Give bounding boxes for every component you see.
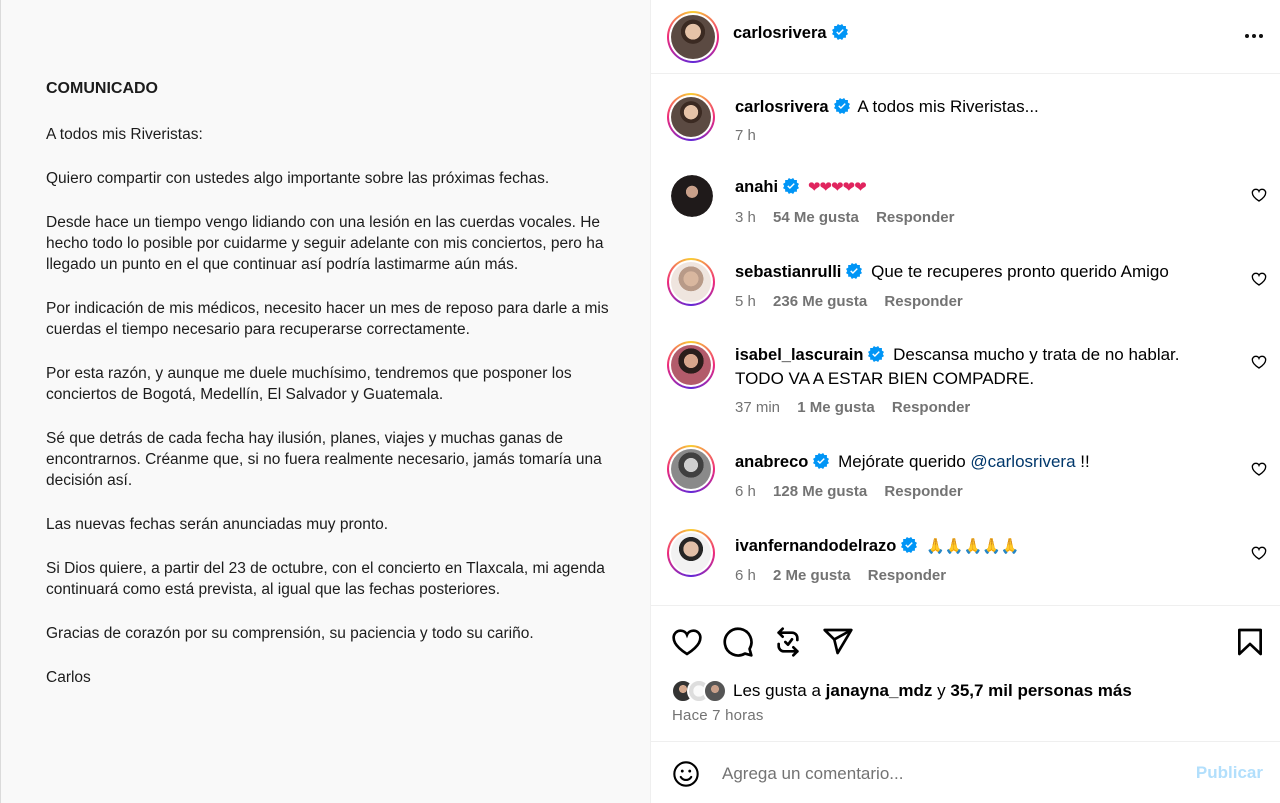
comment-avatar[interactable] [667, 258, 715, 306]
caption-time[interactable]: 7 h [735, 127, 756, 144]
comment-username[interactable]: anabreco [735, 453, 830, 471]
more-options-button[interactable] [1239, 22, 1269, 50]
comment-body-end: !! [1080, 452, 1090, 471]
comment-avatar[interactable] [671, 175, 713, 217]
statement-paragraph: Las nuevas fechas serán anunciadas muy p… [46, 516, 389, 533]
post-image: COMUNICADO A todos mis Riveristas: Quier… [0, 0, 650, 803]
verified-icon [831, 24, 848, 40]
comment-body: ❤❤❤❤❤ [807, 178, 867, 196]
comment-text: isabel_lascurain Descansa mucho y trata … [735, 343, 1215, 390]
statement-paragraph: Desde hace un tiempo vengo lidiando con … [46, 214, 604, 273]
like-comment-icon[interactable] [1251, 354, 1267, 370]
post-header: carlosrivera [651, 0, 1280, 74]
comment-text: anahi ❤❤❤❤❤ [735, 175, 1235, 199]
comment-text: ivanfernandodelrazo 🙏🙏🙏🙏🙏 [735, 534, 1235, 558]
comment-composer: Publicar [651, 743, 1280, 803]
comment-time[interactable]: 3 h [735, 209, 756, 226]
caption-body: A todos mis Riveristas... [857, 97, 1039, 116]
comment-body: 🙏🙏🙏🙏🙏 [926, 537, 1020, 555]
like-comment-icon[interactable] [1251, 271, 1267, 287]
reply-button[interactable]: Responder [892, 399, 970, 416]
comment-meta: 6 h 2 Me gusta Responder [735, 567, 959, 584]
comment-body: Que te recuperes pronto querido Amigo [871, 262, 1169, 281]
caption-text: carlosrivera A todos mis Riveristas... [735, 95, 1235, 119]
comment-avatar[interactable] [667, 341, 715, 389]
comment-text: sebastianrulli Que te recuperes pronto q… [735, 260, 1235, 284]
statement-paragraph: Quiero compartir con ustedes algo import… [46, 170, 550, 187]
repost-icon[interactable] [772, 626, 804, 658]
author-avatar[interactable] [667, 11, 719, 63]
comments-list: carlosrivera A todos mis Riveristas... 7… [651, 75, 1280, 605]
verified-icon [901, 537, 918, 553]
statement: COMUNICADO A todos mis Riveristas: Quier… [46, 78, 616, 711]
statement-paragraph: Carlos [46, 669, 91, 686]
post-side-panel: carlosrivera carlosrivera A todos mis Ri… [650, 0, 1280, 803]
comment-username[interactable]: sebastianrulli [735, 263, 863, 281]
statement-title: COMUNICADO [46, 80, 158, 97]
comment-text: anabreco Mejórate querido @carlosrivera … [735, 450, 1235, 474]
share-icon[interactable] [822, 626, 854, 658]
reply-button[interactable]: Responder [868, 567, 946, 584]
comment-likes[interactable]: 54 Me gusta [773, 209, 859, 226]
comment-body: Mejórate querido [838, 452, 966, 471]
like-comment-icon[interactable] [1251, 187, 1267, 203]
comment-meta: 6 h 128 Me gusta Responder [735, 483, 976, 500]
comment-avatar[interactable] [667, 529, 715, 577]
comment-meta: 5 h 236 Me gusta Responder [735, 293, 976, 310]
comment-meta: 3 h 54 Me gusta Responder [735, 209, 967, 226]
comment-likes[interactable]: 236 Me gusta [773, 293, 867, 310]
comment-time[interactable]: 5 h [735, 293, 756, 310]
caption-meta: 7 h [735, 127, 769, 144]
statement-paragraph: Si Dios quiere, a partir del 23 de octub… [46, 560, 605, 598]
comment-time[interactable]: 37 min [735, 399, 780, 416]
publish-button[interactable]: Publicar [1196, 763, 1263, 783]
caption-username[interactable]: carlosrivera [735, 98, 850, 116]
mention-link[interactable]: @carlosrivera [970, 452, 1075, 471]
post-time[interactable]: Hace 7 horas [672, 707, 764, 724]
comment-username[interactable]: ivanfernandodelrazo [735, 537, 918, 555]
verified-icon [833, 98, 850, 114]
comment-time[interactable]: 6 h [735, 567, 756, 584]
likes-text: Les gusta a janayna_mdz y 35,7 mil perso… [733, 681, 1132, 701]
statement-paragraph: Gracias de corazón por su comprensión, s… [46, 625, 534, 642]
verified-icon [868, 346, 885, 362]
verified-icon [783, 178, 800, 194]
caption-avatar[interactable] [667, 93, 715, 141]
like-comment-icon[interactable] [1251, 545, 1267, 561]
liker-avatar [703, 679, 727, 703]
like-comment-icon[interactable] [1251, 461, 1267, 477]
comment-avatar[interactable] [667, 445, 715, 493]
comment-username[interactable]: anahi [735, 178, 800, 196]
statement-paragraph: Por indicación de mis médicos, necesito … [46, 300, 609, 338]
comment-likes[interactable]: 128 Me gusta [773, 483, 867, 500]
statement-paragraph: A todos mis Riveristas: [46, 126, 203, 143]
bookmark-icon[interactable] [1234, 626, 1266, 658]
comment-time[interactable]: 6 h [735, 483, 756, 500]
likes-connector: y [937, 681, 946, 700]
statement-paragraph: Por esta razón, y aunque me duele muchís… [46, 365, 572, 403]
likes-summary[interactable]: Les gusta a janayna_mdz y 35,7 mil perso… [671, 678, 1132, 704]
likes-others[interactable]: 35,7 mil personas más [950, 681, 1131, 700]
verified-icon [813, 453, 830, 469]
comment-likes[interactable]: 1 Me gusta [797, 399, 875, 416]
comment-icon[interactable] [722, 626, 754, 658]
liker-username[interactable]: janayna_mdz [826, 681, 933, 700]
heart-icon[interactable] [671, 626, 703, 658]
emoji-icon[interactable] [672, 760, 700, 788]
likes-prefix: Les gusta a [733, 681, 821, 700]
post-actions: Les gusta a janayna_mdz y 35,7 mil perso… [651, 605, 1280, 742]
verified-icon [846, 263, 863, 279]
comment-username[interactable]: isabel_lascurain [735, 346, 885, 364]
comment-likes[interactable]: 2 Me gusta [773, 567, 851, 584]
comment-meta: 37 min 1 Me gusta Responder [735, 399, 983, 416]
author-username[interactable]: carlosrivera [733, 24, 848, 43]
reply-button[interactable]: Responder [876, 209, 954, 226]
reply-button[interactable]: Responder [884, 483, 962, 500]
reply-button[interactable]: Responder [884, 293, 962, 310]
statement-paragraph: Sé que detrás de cada fecha hay ilusión,… [46, 430, 602, 489]
comment-input[interactable] [722, 759, 1172, 789]
